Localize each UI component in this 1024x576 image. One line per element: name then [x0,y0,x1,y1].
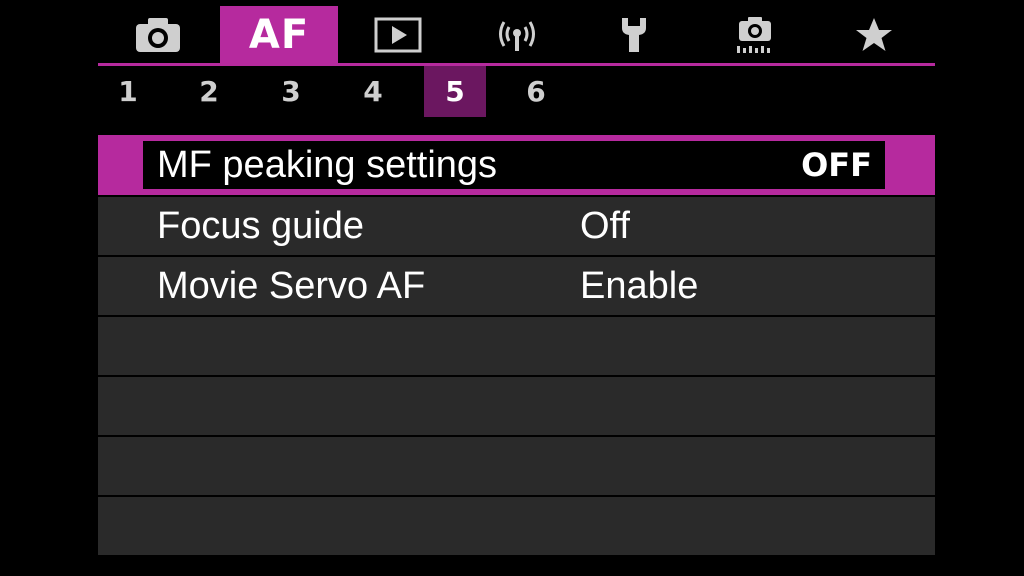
camera-menu-screen: AF 1 2 3 4 5 6 MF peaking settings OFF F… [0,0,1024,576]
page-tab-6[interactable]: 6 [516,66,556,117]
menu-item-value: Enable [580,265,699,307]
star-icon [854,16,894,54]
page-selector: 1 2 3 4 5 6 [98,66,935,118]
tab-my-menu[interactable] [844,6,904,63]
page-tab-5[interactable]: 5 [424,66,486,117]
menu-item-label: Focus guide [157,205,365,247]
play-icon [374,17,422,53]
page-tab-3[interactable]: 3 [271,66,311,117]
tab-playback[interactable] [368,6,428,63]
tab-custom-functions[interactable] [725,6,785,63]
menu-item-empty [98,437,935,495]
menu-item-empty [98,497,935,555]
tab-af-label: AF [248,11,310,58]
wireless-icon [495,16,539,54]
menu-item-empty [98,377,935,435]
wrench-icon [617,16,651,54]
custom-functions-icon [733,15,777,55]
menu-item-mf-peaking-settings[interactable]: MF peaking settings OFF [98,135,935,195]
menu-item-movie-servo-af[interactable]: Movie Servo AF Enable [98,257,935,315]
menu-item-label: Movie Servo AF [157,265,426,307]
tab-setup[interactable] [604,6,664,63]
menu-item-label: MF peaking settings [157,144,498,186]
page-tab-2[interactable]: 2 [189,66,229,117]
menu-item-value: Off [580,205,630,247]
tab-af[interactable]: AF [220,6,338,63]
menu-list: MF peaking settings OFF Focus guide Off … [98,135,935,557]
menu-tab-bar: AF [98,6,935,64]
menu-item-focus-guide[interactable]: Focus guide Off [98,197,935,255]
page-tab-4[interactable]: 4 [353,66,393,117]
tab-wireless[interactable] [487,6,547,63]
menu-item-value: OFF [801,146,872,184]
menu-item-empty [98,317,935,375]
tab-shooting[interactable] [128,6,188,63]
camera-icon [134,16,182,54]
page-tab-1[interactable]: 1 [108,66,148,117]
